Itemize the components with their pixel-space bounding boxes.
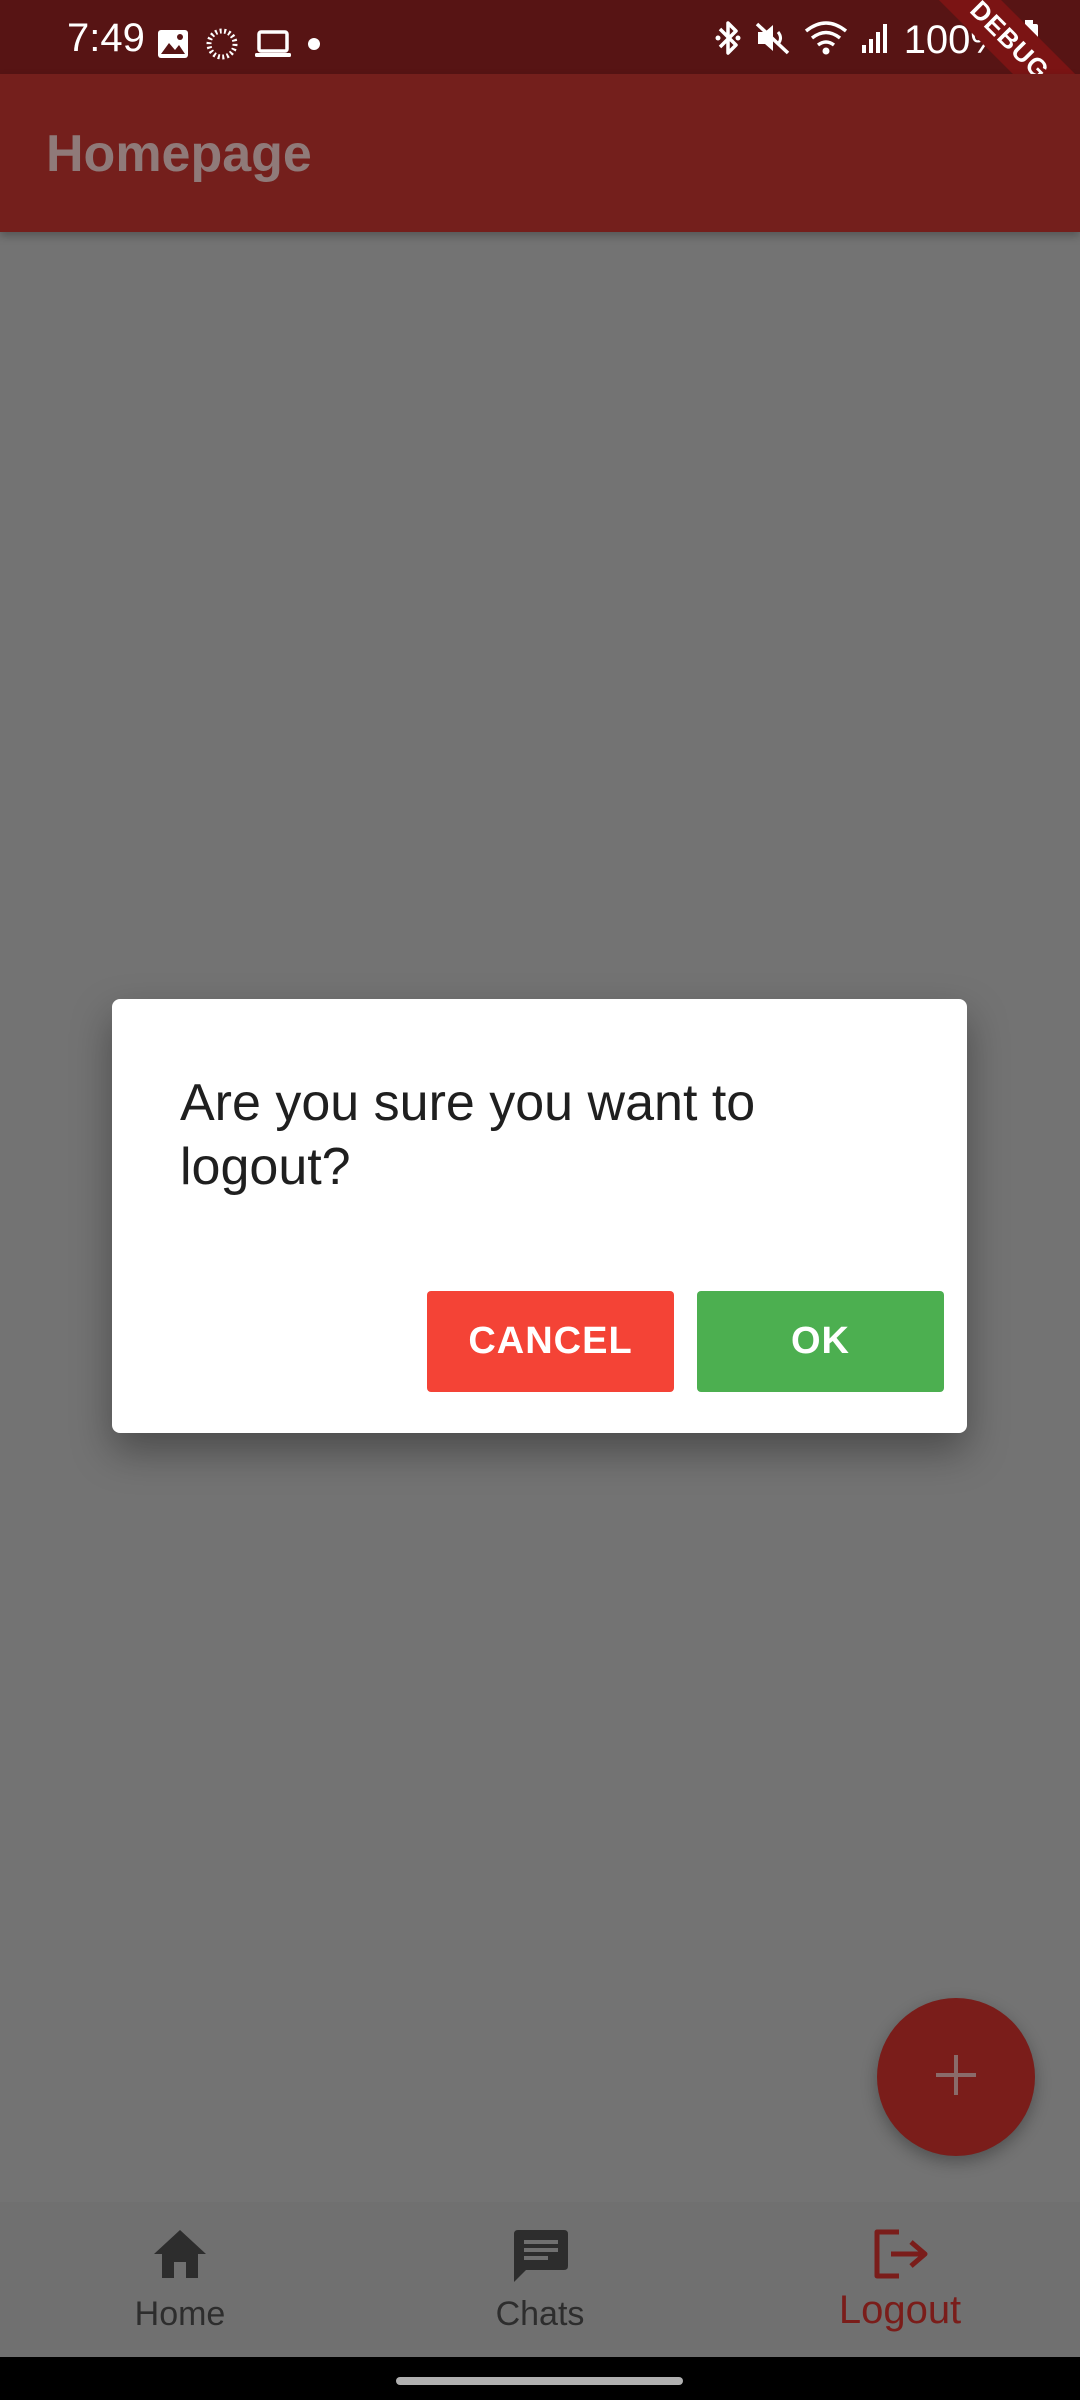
laptop-icon (254, 29, 292, 64)
status-bar: 7:49 100% (0, 0, 1080, 74)
gesture-area (0, 2357, 1080, 2400)
nav-item-logout[interactable]: Logout (720, 2202, 1080, 2357)
dialog-message: Are you sure you want to logout? (180, 1074, 756, 1196)
logout-icon (869, 2226, 931, 2287)
ok-button[interactable]: OK (697, 1291, 944, 1392)
plus-icon (934, 2053, 978, 2102)
chat-icon (510, 2226, 570, 2291)
cancel-button[interactable]: CANCEL (427, 1291, 674, 1392)
signal-icon (860, 21, 892, 60)
page-title: Homepage (46, 125, 312, 183)
status-left-icons (156, 27, 322, 65)
nav-label-logout: Logout (838, 2288, 962, 2332)
logout-confirm-dialog: Are you sure you want to logout? CANCEL … (112, 999, 967, 1433)
mute-icon (754, 19, 792, 62)
add-fab-button[interactable] (877, 1998, 1035, 2156)
nav-item-home[interactable]: Home (0, 2202, 360, 2357)
gesture-handle[interactable] (396, 2377, 683, 2385)
image-icon (156, 28, 190, 65)
dot-icon (306, 36, 322, 57)
nav-item-chats[interactable]: Chats (360, 2202, 720, 2357)
status-time: 7:49 (67, 16, 145, 60)
nav-label-chats: Chats (495, 2295, 585, 2333)
app-bar: Homepage (0, 74, 1080, 232)
wifi-icon (804, 19, 848, 62)
home-icon (151, 2226, 209, 2287)
bluetooth-icon (714, 19, 742, 62)
bottom-nav: Home Chats Logout (0, 2202, 1080, 2357)
nav-label-home: Home (134, 2295, 226, 2333)
loading-ring-icon (204, 26, 240, 67)
